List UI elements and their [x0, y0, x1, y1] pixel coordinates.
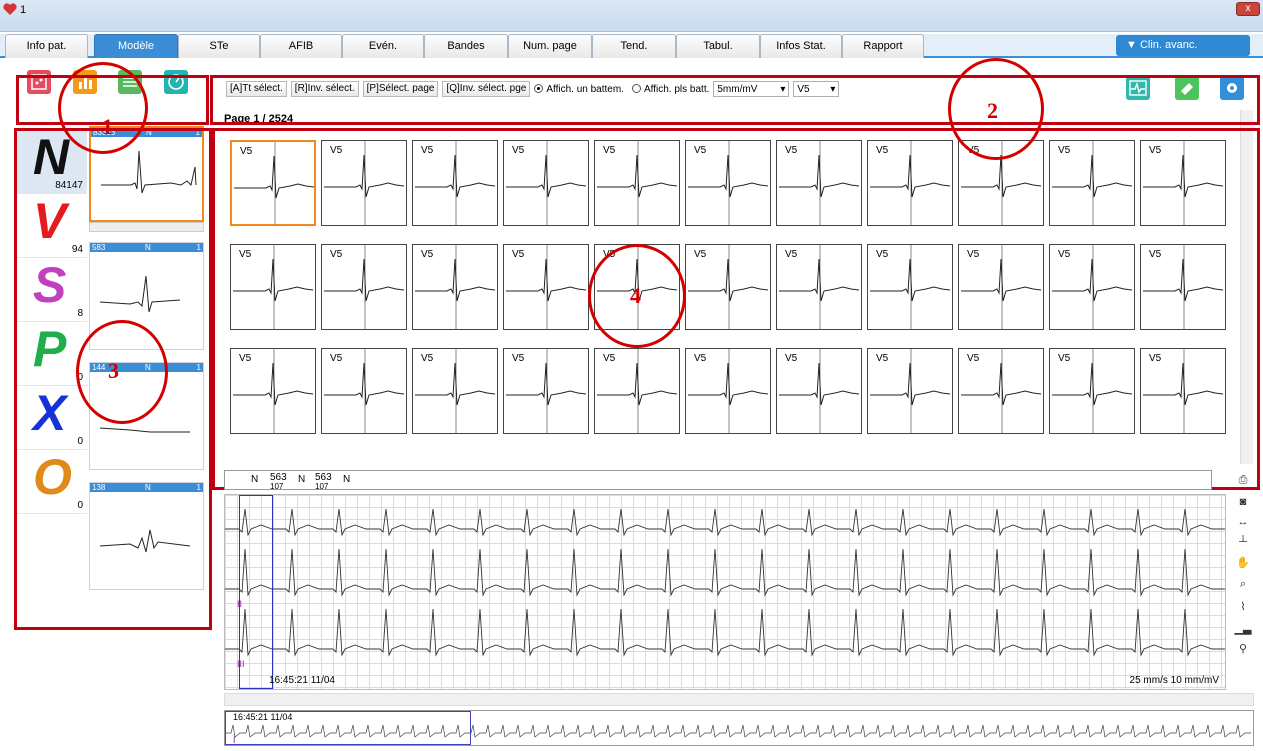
annotation-number-4: 4: [630, 283, 641, 308]
strip-scrollbar[interactable]: [224, 693, 1254, 706]
print-icon[interactable]: ⎙: [1233, 474, 1253, 492]
strip-speed: 25 mm/s 10 mm/mV: [1129, 675, 1219, 686]
beat-label: N: [343, 474, 351, 485]
overview-strip[interactable]: 16:45:21 11/04 I: [224, 710, 1254, 746]
tab-rapport[interactable]: Rapport: [842, 34, 924, 58]
overview-trace: [225, 724, 1251, 738]
annotation-box-2: [210, 75, 1260, 125]
clin-avanc-button[interactable]: ▼ Clin. avanc.: [1116, 35, 1250, 56]
annotation-box-4: [212, 128, 1260, 490]
ecg-strip[interactable]: II III 16:45:21 11/04 25 mm/s 10 mm/mV: [224, 494, 1226, 690]
beat-label-bar: N 563 107 N 563 107 N: [224, 470, 1212, 491]
annotation-number-3: 3: [108, 358, 119, 383]
tab-tend[interactable]: Tend.: [592, 34, 676, 58]
camera-icon[interactable]: ◙: [1233, 496, 1253, 514]
rhythm-icon[interactable]: ⌇: [1233, 600, 1253, 618]
zoom-icon[interactable]: ⌕: [1233, 578, 1253, 596]
expand-horizontal-icon[interactable]: ↔: [1233, 516, 1253, 534]
calipers-icon[interactable]: ⚲: [1233, 642, 1253, 660]
tab-infos-stat[interactable]: Infos Stat.: [760, 34, 842, 58]
window-title: 1: [20, 4, 27, 16]
close-button[interactable]: x: [1236, 2, 1260, 16]
tab-bandes[interactable]: Bandes: [424, 34, 508, 58]
ecg-traces: [225, 508, 1225, 657]
lead-label: II: [237, 599, 243, 609]
overview-trace-path: [225, 724, 1251, 738]
tab-tabul[interactable]: Tabul.: [676, 34, 760, 58]
beat-label: N: [251, 474, 259, 485]
main-tabs: Info pat. Modèle STe AFIB Evén. Bandes N…: [0, 34, 1263, 58]
tab-info-pat[interactable]: Info pat.: [5, 34, 88, 58]
hand-icon[interactable]: ✋: [1233, 556, 1253, 574]
measure-icon[interactable]: ┴: [1233, 536, 1253, 554]
tab-afib[interactable]: AFIB: [260, 34, 342, 58]
lead-label: III: [237, 659, 245, 669]
ecg-lead-trace: [225, 608, 1225, 657]
beat-sublabel: 107: [270, 482, 284, 491]
ecg-lead-trace: [225, 508, 1225, 537]
tab-modele[interactable]: Modèle: [94, 34, 178, 58]
strip-timestamp: 16:45:21 11/04: [269, 675, 335, 686]
signal-icon[interactable]: ▁▃: [1233, 622, 1253, 640]
annotation-circle-3: [76, 320, 168, 424]
annotation-number-1: 1: [102, 114, 113, 139]
tab-ste[interactable]: STe: [178, 34, 260, 58]
beat-sublabel: 107: [315, 482, 329, 491]
annotation-circle-1: [58, 62, 148, 154]
annotation-number-2: 2: [987, 98, 998, 123]
app-heart-icon: [3, 3, 17, 15]
tab-even[interactable]: Evén.: [342, 34, 424, 58]
tab-num-page[interactable]: Num. page: [508, 34, 592, 58]
title-bar: 1 x: [0, 0, 1263, 32]
beat-label: N: [298, 474, 306, 485]
ecg-lead-trace: [225, 548, 1225, 597]
